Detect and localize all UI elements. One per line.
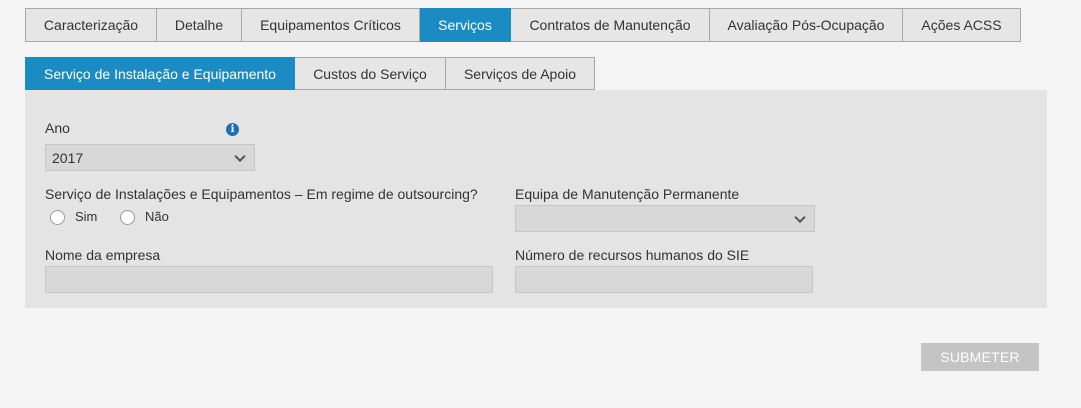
nome-empresa-label: Nome da empresa — [45, 247, 161, 263]
nome-empresa-input[interactable] — [45, 266, 493, 293]
tab-contratos-manutencao[interactable]: Contratos de Manutenção — [511, 8, 710, 42]
subtab-custos-servico[interactable]: Custos do Serviço — [295, 57, 446, 90]
chevron-down-icon — [794, 211, 806, 223]
radio-nao[interactable] — [120, 210, 135, 225]
tab-detalhe[interactable]: Detalhe — [157, 8, 242, 42]
sub-tabs: Serviço de Instalação e Equipamento Cust… — [25, 57, 595, 90]
recursos-label: Número de recursos humanos do SIE — [515, 247, 750, 263]
recursos-input[interactable] — [515, 266, 813, 293]
chevron-down-icon — [234, 150, 246, 162]
outsourcing-label: Serviço de Instalações e Equipamentos – … — [45, 186, 478, 202]
subtab-servicos-apoio[interactable]: Serviços de Apoio — [446, 57, 595, 90]
ano-value: 2017 — [52, 149, 84, 166]
equipa-label: Equipa de Manutenção Permanente — [515, 186, 740, 202]
radio-sim[interactable] — [50, 210, 65, 225]
radio-nao-label: Não — [145, 209, 169, 224]
ano-label: Ano — [45, 120, 70, 136]
tab-equipamentos-criticos[interactable]: Equipamentos Críticos — [242, 8, 420, 42]
tab-acoes-acss[interactable]: Ações ACSS — [903, 8, 1021, 42]
form-panel: Ano i 2017 Serviço de Instalações e Equi… — [25, 90, 1047, 308]
tab-avaliacao-pos-ocupacao[interactable]: Avaliação Pós-Ocupação — [710, 8, 903, 42]
tab-servicos[interactable]: Serviços — [420, 8, 511, 42]
equipa-select[interactable] — [515, 205, 815, 232]
subtab-servico-instalacao[interactable]: Serviço de Instalação e Equipamento — [25, 57, 295, 90]
tab-caracterizacao[interactable]: Caracterização — [25, 8, 157, 42]
radio-sim-label: Sim — [75, 209, 98, 224]
main-tabs: Caracterização Detalhe Equipamentos Crít… — [25, 8, 1021, 42]
ano-select[interactable]: 2017 — [45, 144, 255, 171]
info-icon[interactable]: i — [226, 123, 239, 136]
submit-button[interactable]: SUBMETER — [921, 343, 1039, 371]
